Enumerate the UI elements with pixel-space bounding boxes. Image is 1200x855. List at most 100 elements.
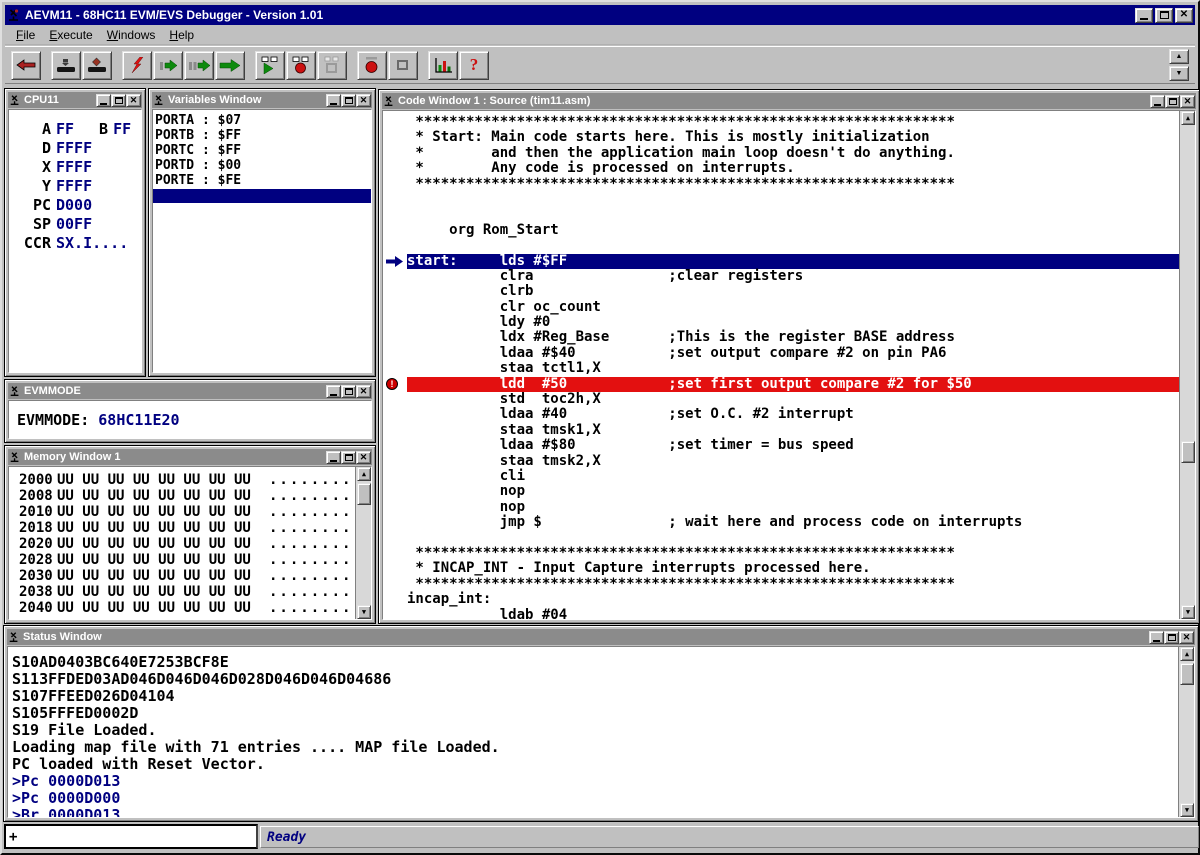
close-icon[interactable]: ✕ [356, 385, 371, 398]
memory-row[interactable]: 2030UU UU UU UU UU UU UU UU........ [9, 568, 371, 584]
memory-row[interactable]: 2018UU UU UU UU UU UU UU UU........ [9, 520, 371, 536]
toolbar-scroll-up-icon[interactable]: ▲ [1169, 49, 1189, 64]
code-line[interactable]: * Any code is processed on interrupts. [383, 161, 1195, 176]
code-line[interactable]: ldaa #$40 ;set output compare #2 on pin … [383, 346, 1195, 361]
code-line[interactable]: jmp $ ; wait here and process code on in… [383, 515, 1195, 530]
variable-row[interactable]: PORTC : $FF [153, 143, 371, 158]
load-map-button[interactable] [82, 51, 112, 80]
run-button[interactable] [215, 51, 245, 80]
close-icon[interactable]: ✕ [1179, 631, 1194, 644]
code-line[interactable] [383, 238, 1195, 253]
maximize-icon[interactable] [111, 94, 126, 107]
scroll-thumb[interactable] [357, 483, 371, 505]
scroll-up-icon[interactable]: ▲ [1181, 111, 1195, 125]
stop-at-breakpoint-button[interactable] [286, 51, 316, 80]
code-line[interactable]: staa tctl1,X [383, 361, 1195, 376]
menu-help[interactable]: Help [162, 26, 201, 44]
memory-scrollbar[interactable]: ▲ ▼ [355, 467, 371, 619]
code-line[interactable] [383, 531, 1195, 546]
maximize-icon[interactable] [1155, 8, 1173, 23]
minimize-icon[interactable] [96, 94, 111, 107]
code-line[interactable]: incap_int: [383, 592, 1195, 607]
scroll-down-icon[interactable]: ▼ [1180, 803, 1194, 817]
variable-row-selected[interactable] [153, 189, 371, 203]
breakpoint-disabled-button[interactable] [317, 51, 347, 80]
run-to-breakpoint-button[interactable] [255, 51, 285, 80]
scroll-up-icon[interactable]: ▲ [357, 467, 371, 481]
toolbar-scroll-down-icon[interactable]: ▼ [1169, 66, 1189, 81]
minimize-icon[interactable] [326, 451, 341, 464]
code-line[interactable]: * and then the application main loop doe… [383, 146, 1195, 161]
scroll-down-icon[interactable]: ▼ [1181, 605, 1195, 619]
memory-row[interactable]: 2038UU UU UU UU UU UU UU UU........ [9, 584, 371, 600]
code-window-titlebar[interactable]: Code Window 1 : Source (tim11.asm) ✕ [382, 93, 1196, 109]
code-line[interactable]: * INCAP_INT - Input Capture interrupts p… [383, 561, 1195, 576]
memory-row[interactable]: 2000UU UU UU UU UU UU UU UU........ [9, 472, 371, 488]
code-scrollbar[interactable]: ▲ ▼ [1179, 111, 1195, 619]
evmmode-window-titlebar[interactable]: EVMMODE ✕ [8, 383, 372, 399]
code-line[interactable]: clra ;clear registers [383, 269, 1195, 284]
help-button[interactable]: ? [459, 51, 489, 80]
menu-windows[interactable]: Windows [100, 26, 163, 44]
variable-row[interactable]: PORTD : $00 [153, 158, 371, 173]
scroll-thumb[interactable] [1180, 663, 1194, 685]
code-line[interactable]: cli [383, 469, 1195, 484]
code-line[interactable]: staa tmsk2,X [383, 454, 1195, 469]
code-line[interactable] [383, 192, 1195, 207]
code-line[interactable]: staa tmsk1,X [383, 423, 1195, 438]
code-line[interactable]: ldab #04 [383, 608, 1195, 621]
code-line[interactable]: nop [383, 500, 1195, 515]
step-over-button[interactable] [184, 51, 214, 80]
variables-window-titlebar[interactable]: Variables Window ✕ [152, 92, 372, 108]
back-arrow-button[interactable] [11, 51, 41, 80]
command-input[interactable] [4, 824, 258, 849]
memory-window-titlebar[interactable]: Memory Window 1 ✕ [8, 449, 372, 465]
load-code-button[interactable] [51, 51, 81, 80]
maximize-icon[interactable] [341, 94, 356, 107]
scroll-down-icon[interactable]: ▼ [357, 605, 371, 619]
memory-row[interactable]: 2010UU UU UU UU UU UU UU UU........ [9, 504, 371, 520]
code-line[interactable]: ldy #0 [383, 315, 1195, 330]
stack-chart-button[interactable] [428, 51, 458, 80]
variable-row[interactable]: PORTB : $FF [153, 128, 371, 143]
title-bar[interactable]: AEVM11 - 68HC11 EVM/EVS Debugger - Versi… [5, 5, 1195, 25]
code-line[interactable]: ! ldd #50 ;set first output compare #2 f… [383, 377, 1195, 392]
clear-breakpoint-button[interactable] [388, 51, 418, 80]
maximize-icon[interactable] [1165, 95, 1180, 108]
memory-row[interactable]: 2020UU UU UU UU UU UU UU UU........ [9, 536, 371, 552]
code-line[interactable]: nop [383, 484, 1195, 499]
code-line[interactable] [383, 207, 1195, 222]
scroll-up-icon[interactable]: ▲ [1180, 647, 1194, 661]
minimize-icon[interactable] [326, 94, 341, 107]
code-line[interactable]: ****************************************… [383, 577, 1195, 592]
code-line[interactable]: ****************************************… [383, 177, 1195, 192]
code-line[interactable]: ****************************************… [383, 115, 1195, 130]
status-window-titlebar[interactable]: Status Window ✕ [7, 629, 1195, 645]
code-line[interactable]: ldaa #$80 ;set timer = bus speed [383, 438, 1195, 453]
code-line[interactable]: org Rom_Start [383, 223, 1195, 238]
code-line[interactable]: ldaa #40 ;set O.C. #2 interrupt [383, 407, 1195, 422]
memory-row[interactable]: 2028UU UU UU UU UU UU UU UU........ [9, 552, 371, 568]
memory-row[interactable]: 2008UU UU UU UU UU UU UU UU........ [9, 488, 371, 504]
close-icon[interactable]: ✕ [1180, 95, 1195, 108]
minimize-icon[interactable] [1135, 8, 1153, 23]
scroll-thumb[interactable] [1181, 441, 1195, 463]
code-line[interactable]: start: lds #$FF [383, 254, 1195, 269]
maximize-icon[interactable] [341, 451, 356, 464]
code-line[interactable]: ****************************************… [383, 546, 1195, 561]
menu-execute[interactable]: Execute [42, 26, 99, 44]
variable-row[interactable]: PORTE : $FE [153, 173, 371, 188]
variable-row[interactable]: PORTA : $07 [153, 113, 371, 128]
code-line[interactable]: clr oc_count [383, 300, 1195, 315]
code-line[interactable]: std toc2h,X [383, 392, 1195, 407]
reset-button[interactable] [122, 51, 152, 80]
maximize-icon[interactable] [341, 385, 356, 398]
code-line[interactable]: clrb [383, 284, 1195, 299]
menu-file[interactable]: File [9, 26, 42, 44]
minimize-icon[interactable] [1150, 95, 1165, 108]
minimize-icon[interactable] [1149, 631, 1164, 644]
close-icon[interactable]: ✕ [126, 94, 141, 107]
code-line[interactable]: * Start: Main code starts here. This is … [383, 130, 1195, 145]
set-breakpoint-button[interactable] [357, 51, 387, 80]
maximize-icon[interactable] [1164, 631, 1179, 644]
